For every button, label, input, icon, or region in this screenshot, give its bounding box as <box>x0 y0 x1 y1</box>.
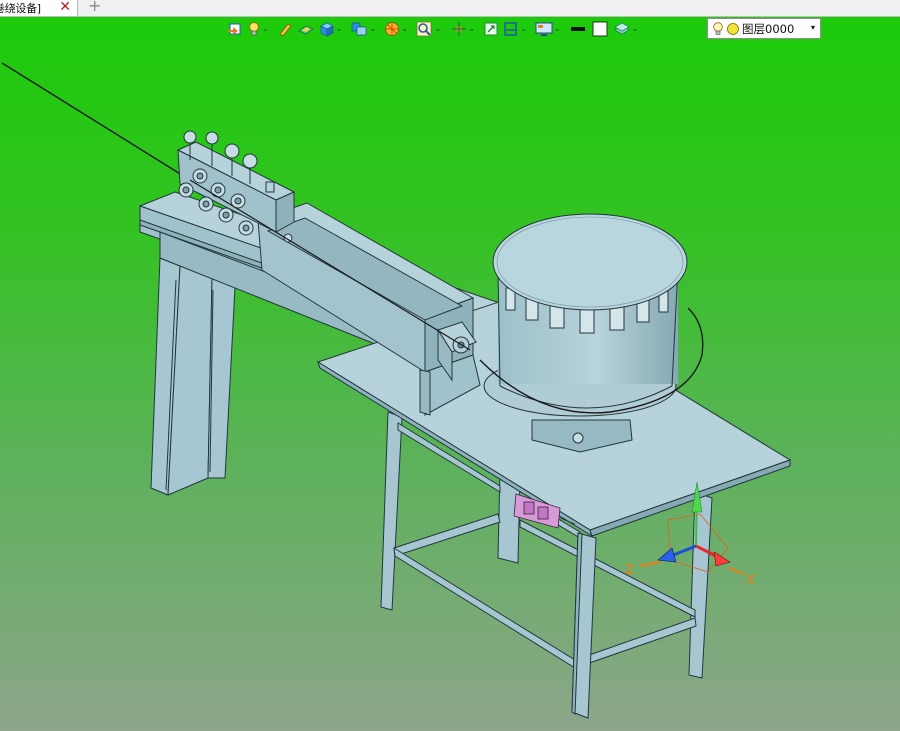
pan-button[interactable]: ⌄ <box>449 18 481 40</box>
cube-icon <box>319 22 334 37</box>
layer-select[interactable]: 图层0000 ▾ <box>707 18 821 39</box>
chevron-down-icon: ⌄ <box>369 24 377 33</box>
chevron-down-icon: ⌄ <box>520 24 527 33</box>
light-bulb-icon <box>713 21 723 35</box>
document-tab-bar: 卷绕设备] ✕ + <box>0 0 900 17</box>
color-swatch-button[interactable] <box>590 18 610 40</box>
section-view-button[interactable]: ⌄ <box>502 18 532 40</box>
view-toolbar: ⌄ ⌄ ⌄ ⌄ ⌄ ⌄ ⌄ ⌄ ⌄ <box>226 18 643 40</box>
document-tab-title: 卷绕设备] <box>0 2 41 15</box>
monitor-icon <box>535 22 553 36</box>
left-stand <box>150 257 236 496</box>
display-mode-icon <box>352 22 367 36</box>
light-bulb-icon <box>249 22 259 36</box>
view-orient-button[interactable] <box>226 18 244 40</box>
layer-manager-button[interactable]: ⌄ <box>612 18 644 40</box>
lighting-button[interactable]: ⌄ <box>246 18 274 40</box>
view-orient-icon <box>228 23 241 35</box>
chevron-down-icon: ⌄ <box>631 24 639 33</box>
line-weight-button[interactable] <box>568 18 588 40</box>
layer-name: 图层0000 <box>742 21 795 36</box>
document-tab[interactable]: 卷绕设备] ✕ <box>0 0 78 16</box>
render-style-button[interactable]: ⌄ <box>383 18 413 40</box>
chevron-down-icon: ⌄ <box>468 24 476 33</box>
fit-view-button[interactable] <box>482 18 500 40</box>
line-weight-icon <box>570 27 585 31</box>
section-view-icon <box>504 22 517 36</box>
chevron-down-icon: ⌄ <box>434 24 442 33</box>
display-mode-button[interactable]: ⌄ <box>349 18 381 40</box>
solid-view-button[interactable]: ⌄ <box>318 18 348 40</box>
right-stand-front-legs <box>571 532 597 719</box>
axis-z-label: Z <box>625 563 634 578</box>
color-swatch-icon <box>592 21 608 37</box>
plane-button[interactable] <box>296 18 316 40</box>
layer-stack-icon <box>613 22 630 35</box>
chevron-down-icon: ⌄ <box>401 24 408 33</box>
pencil-icon <box>279 23 292 37</box>
chevron-down-icon: ⌄ <box>553 24 561 33</box>
cad-model-scene[interactable] <box>0 17 900 731</box>
wire-incoming <box>1 62 191 181</box>
display-settings-button[interactable]: ⌄ <box>534 18 566 40</box>
zoom-button[interactable]: ⌄ <box>415 18 447 40</box>
fit-view-icon <box>484 22 498 36</box>
sketch-button[interactable] <box>276 18 294 40</box>
chevron-down-icon: ⌄ <box>262 24 269 33</box>
color-wheel-icon <box>385 22 400 36</box>
axis-x-label: X <box>746 573 755 588</box>
zoom-icon <box>416 21 432 37</box>
pan-icon <box>451 22 466 36</box>
chevron-down-icon: ▾ <box>810 23 815 32</box>
chevron-down-icon: ⌄ <box>335 24 343 33</box>
yellow-circle-icon <box>727 22 739 35</box>
new-tab-button[interactable]: + <box>88 0 101 14</box>
3d-viewport[interactable]: X Z <box>0 17 900 731</box>
close-icon[interactable]: ✕ <box>59 0 71 15</box>
plane-icon <box>297 25 314 35</box>
